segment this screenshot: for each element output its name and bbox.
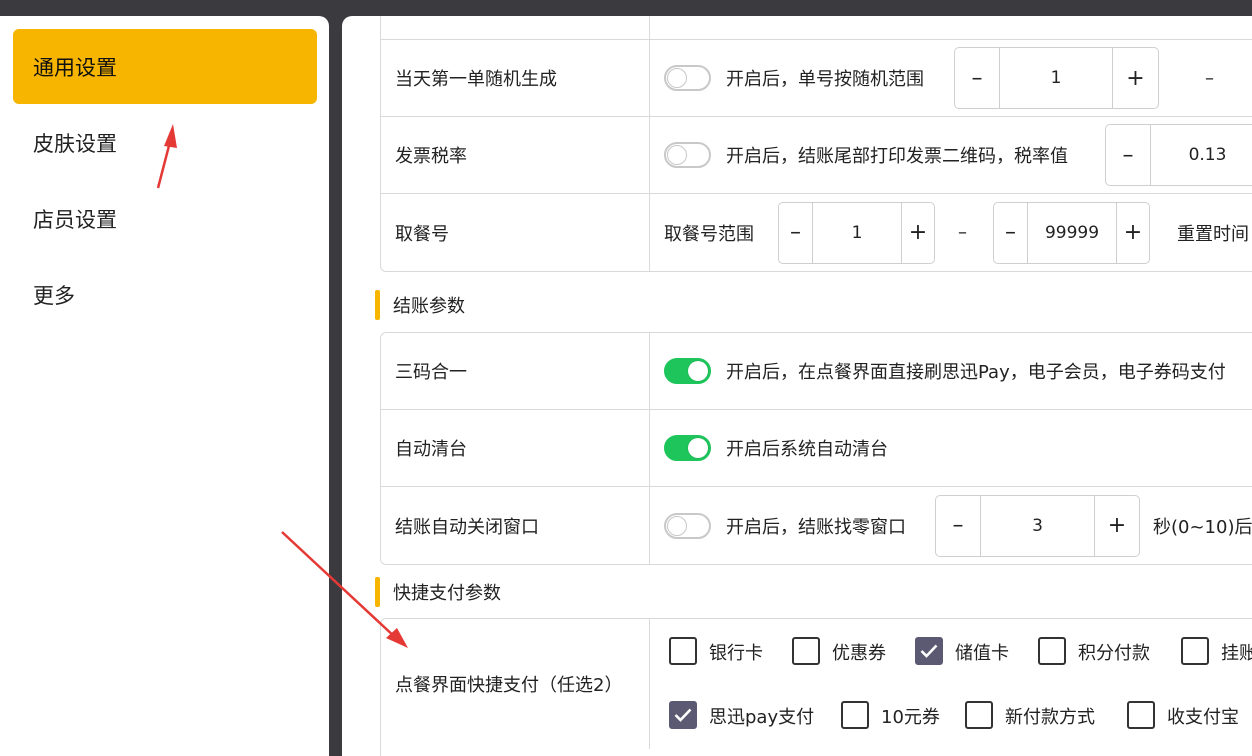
sidebar-item-label: 皮肤设置 [33,131,117,156]
quickpay-settings-table: 点餐界面快捷支付（任选2） 银行卡 优惠券 储值卡 积分付款 挂账 [380,618,1252,756]
setting-description: 开启后系统自动清台 [726,439,888,460]
checkbox-label: 优惠券 [832,643,886,664]
decrement-button[interactable]: – [994,202,1028,263]
order-number-settings-table: 当天第一单随机生成 开启后，单号按随机范围 – 1 + – 发票税率 开启后，结… [380,16,1252,272]
checkbox-label: 思迅pay支付 [709,707,815,728]
setting-description: 开启后，结账尾部打印发票二维码，税率值 [726,146,1068,167]
setting-row-random-first-order: 当天第一单随机生成 开启后，单号按随机范围 – 1 + – [381,40,1252,117]
section-accent-bar [375,577,380,607]
checkout-settings-table: 三码合一 开启后，在点餐界面直接刷思迅Pay，电子会员，电子券码支付 自动清台 … [380,332,1252,565]
setting-label: 结账自动关闭窗口 [381,487,650,564]
check-icon [920,644,938,658]
random-range-stepper: – 1 + [954,47,1159,109]
invoice-tax-toggle[interactable] [664,142,711,168]
setting-row-invoice-tax: 发票税率 开启后，结账尾部打印发票二维码，税率值 – 0.13 [381,117,1252,194]
reset-time-label: 重置时间 [1177,223,1249,245]
checkbox-label: 10元券 [881,707,940,728]
pickup-to-stepper: – 99999 + [993,201,1150,264]
increment-button[interactable]: + [1112,48,1158,108]
setting-label: 自动清台 [381,410,650,486]
checkbox-points-payment[interactable] [1038,637,1066,665]
sidebar-item-general[interactable]: 通用设置 [13,29,317,104]
sidebar-item-label: 店员设置 [33,207,117,232]
pickup-from-stepper: – 1 + [778,201,935,264]
setting-description: 开启后，结账找零窗口 [726,516,906,538]
stepper-value[interactable]: 0.13 [1151,125,1252,185]
toggle-knob [667,515,687,536]
checkbox-label: 收支付宝 [1167,707,1239,728]
setting-row-auto-clear-table: 自动清台 开启后系统自动清台 [381,410,1252,487]
setting-row-auto-close-window: 结账自动关闭窗口 开启后，结账找零窗口 – 3 + 秒(0~10)后， [381,487,1252,564]
auto-close-window-toggle[interactable] [664,512,711,539]
increment-button[interactable]: + [901,202,934,263]
row-label-cell [381,16,650,39]
random-first-order-toggle[interactable] [664,65,711,91]
checkbox-stored-value-card[interactable] [915,637,943,665]
sidebar-item-label: 通用设置 [33,55,117,80]
sidebar-item-skin[interactable]: 皮肤设置 [13,105,317,180]
close-seconds-stepper: – 3 + [935,494,1140,557]
checkbox-label: 储值卡 [955,643,1009,664]
setting-description: 开启后，单号按随机范围 [726,69,924,90]
tax-rate-stepper: – 0.13 [1105,124,1252,186]
setting-row-three-in-one: 三码合一 开启后，在点餐界面直接刷思迅Pay，电子会员，电子券码支付 [381,333,1252,410]
checkbox-label: 新付款方式 [1005,707,1095,728]
section-title-quickpay: 快捷支付参数 [375,575,501,609]
checkbox-on-account[interactable] [1181,637,1209,665]
decrement-button[interactable]: – [1106,125,1151,185]
toggle-knob [667,68,687,88]
range-dash: – [1205,67,1214,89]
auto-clear-table-toggle[interactable] [664,435,711,461]
table-row-partial [381,16,1252,40]
increment-button[interactable]: + [1116,202,1149,263]
toggle-knob [688,361,708,381]
sidebar-item-staff[interactable]: 店员设置 [13,181,317,256]
window-top-bar [0,0,1252,16]
stepper-value[interactable]: 3 [981,496,1094,556]
checkbox-label: 积分付款 [1078,643,1150,664]
three-in-one-toggle[interactable] [664,358,711,384]
setting-label: 当天第一单随机生成 [381,40,650,116]
checkbox-coupon[interactable] [792,637,820,665]
stepper-value[interactable]: 1 [1000,48,1112,108]
sidebar-item-more[interactable]: 更多 [13,257,317,332]
setting-row-pickup-number: 取餐号 取餐号范围 – 1 + – – 99999 + 重置时间 [381,194,1252,271]
setting-label: 三码合一 [381,333,650,409]
checkbox-bank-card[interactable] [669,637,697,665]
setting-description: 开启后，在点餐界面直接刷思迅Pay，电子会员，电子券码支付 [726,362,1226,383]
settings-sidebar: 通用设置 皮肤设置 店员设置 更多 [0,16,329,756]
decrement-button[interactable]: – [955,48,1000,108]
setting-row-quick-payment: 点餐界面快捷支付（任选2） 银行卡 优惠券 储值卡 积分付款 挂账 [381,619,1252,756]
checkbox-alipay[interactable] [1127,701,1155,729]
checkbox-sixun-pay[interactable] [669,701,697,729]
decrement-button[interactable]: – [779,202,813,263]
check-icon [674,708,692,722]
checkbox-10-yuan-coupon[interactable] [841,701,869,729]
checkbox-label: 挂账 [1221,643,1252,664]
settings-main-panel: 当天第一单随机生成 开启后，单号按随机范围 – 1 + – 发票税率 开启后，结… [342,16,1252,756]
setting-label: 点餐界面快捷支付（任选2） [381,619,650,749]
range-label: 取餐号范围 [664,223,754,245]
increment-button[interactable]: + [1094,495,1139,556]
section-title-checkout: 结账参数 [375,288,465,322]
seconds-suffix: 秒(0~10)后， [1153,516,1252,538]
toggle-knob [667,145,687,165]
section-accent-bar [375,290,380,320]
decrement-button[interactable]: – [936,495,981,556]
checkbox-label: 银行卡 [709,643,763,664]
stepper-value[interactable]: 99999 [1028,203,1116,263]
toggle-knob [688,438,708,458]
section-title-text: 结账参数 [393,296,465,317]
range-dash: – [958,222,967,243]
stepper-value[interactable]: 1 [813,203,901,263]
setting-label: 发票税率 [381,117,650,193]
section-title-text: 快捷支付参数 [393,583,501,604]
checkbox-new-payment-method[interactable] [965,701,993,729]
setting-label: 取餐号 [381,194,650,271]
sidebar-item-label: 更多 [33,283,75,308]
